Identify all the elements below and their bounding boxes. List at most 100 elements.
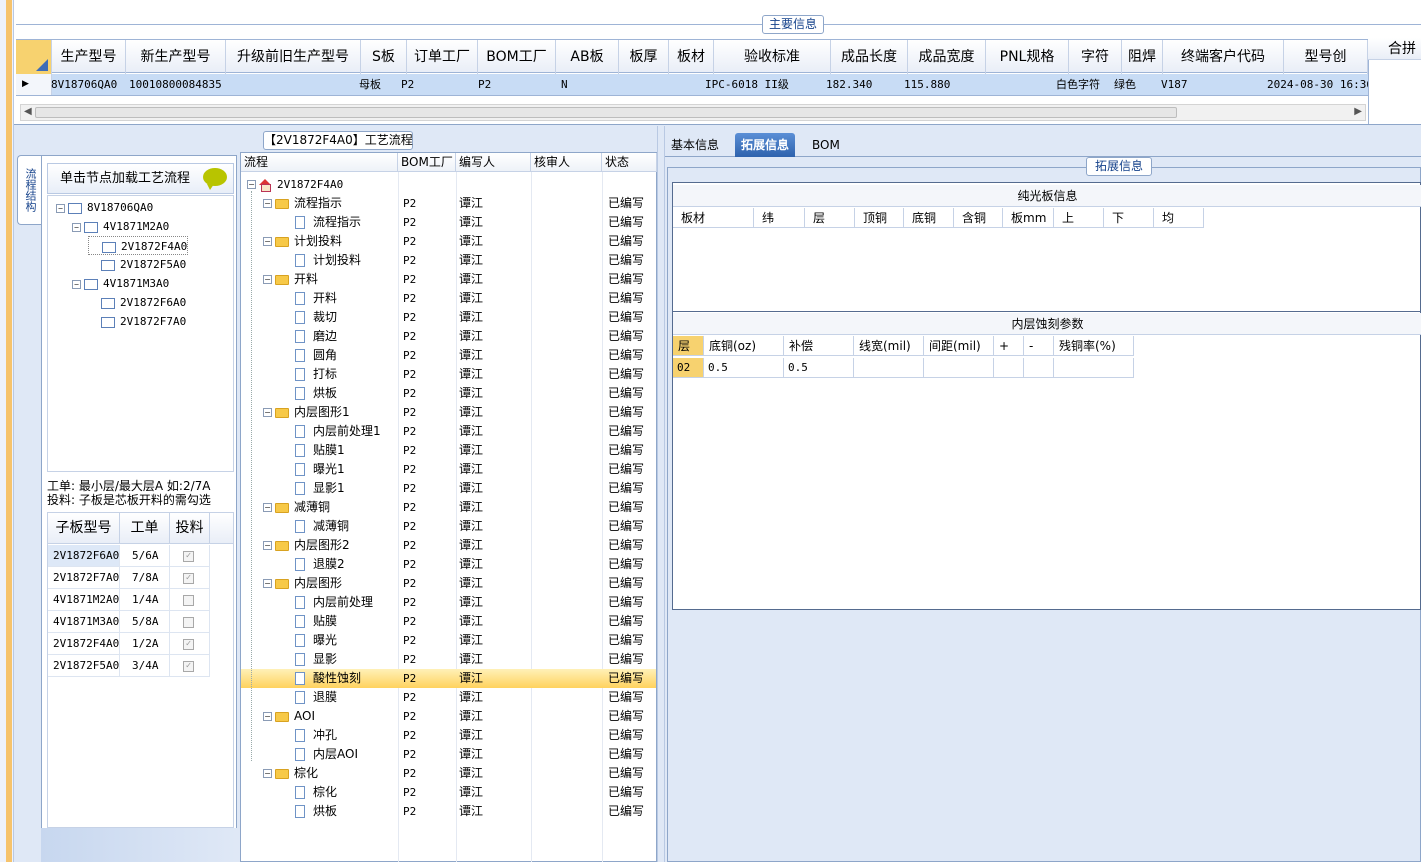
flow-row[interactable]: 贴膜1 P2 谭江 已编写 bbox=[241, 441, 656, 460]
etch-cell[interactable] bbox=[1024, 358, 1054, 378]
etch-header[interactable]: 底铜(oz) bbox=[704, 336, 784, 356]
light-board-header[interactable]: 顶铜 bbox=[855, 208, 904, 228]
flow-row[interactable]: 退膜 P2 谭江 已编写 bbox=[241, 688, 656, 707]
main-grid-horizontal-scrollbar[interactable]: ◀ ▶ bbox=[20, 104, 1366, 121]
sub-board-model[interactable]: 2V1872F4A0 bbox=[48, 633, 120, 655]
flow-row[interactable]: 内层前处理1 P2 谭江 已编写 bbox=[241, 422, 656, 441]
collapse-icon[interactable]: − bbox=[263, 503, 272, 512]
flow-column-header[interactable]: 编写人 bbox=[456, 153, 531, 172]
feed-checkbox[interactable]: ✓ bbox=[183, 660, 194, 672]
etch-cell[interactable]: 02 bbox=[673, 358, 704, 378]
sub-board-order[interactable]: 1/4A bbox=[120, 589, 170, 611]
grid-cell[interactable]: 8V18706QA0 bbox=[51, 74, 117, 95]
flow-row[interactable]: 冲孔 P2 谭江 已编写 bbox=[241, 726, 656, 745]
tab-basic-info[interactable]: 基本信息 bbox=[665, 133, 725, 157]
grid-cell[interactable]: P2 bbox=[478, 74, 491, 95]
grid-cell[interactable]: 白色字符 bbox=[1056, 74, 1100, 95]
light-board-header[interactable]: 板材 bbox=[673, 208, 754, 228]
grid-cell[interactable]: 115.880 bbox=[904, 74, 950, 95]
flow-row[interactable]: − AOI P2 谭江 已编写 bbox=[241, 707, 656, 726]
flow-row[interactable]: − 内层图形2 P2 谭江 已编写 bbox=[241, 536, 656, 555]
collapse-icon[interactable]: − bbox=[263, 408, 272, 417]
etch-cell[interactable] bbox=[924, 358, 994, 378]
sub-board-order[interactable]: 3/4A bbox=[120, 655, 170, 677]
etch-cell[interactable]: 0.5 bbox=[784, 358, 854, 378]
feed-checkbox[interactable]: ✓ bbox=[183, 572, 194, 584]
grid-cell[interactable]: V187 bbox=[1161, 74, 1188, 95]
sub-board-order[interactable]: 5/6A bbox=[120, 545, 170, 567]
flow-row[interactable]: 退膜2 P2 谭江 已编写 bbox=[241, 555, 656, 574]
sub-grid-header[interactable]: 工单 bbox=[120, 513, 170, 544]
light-board-header[interactable]: 含铜 bbox=[954, 208, 1003, 228]
sub-grid-header[interactable]: 子板型号 bbox=[48, 513, 120, 544]
column-header[interactable]: 新生产型号 bbox=[126, 40, 226, 74]
light-board-header[interactable]: 均 bbox=[1154, 208, 1204, 228]
grid-cell[interactable]: P2 bbox=[401, 74, 414, 95]
flow-column-header[interactable]: 流程 bbox=[241, 153, 398, 172]
grid-select-all-corner[interactable] bbox=[16, 40, 52, 74]
flow-row[interactable]: 打标 P2 谭江 已编写 bbox=[241, 365, 656, 384]
flow-row[interactable]: 流程指示 P2 谭江 已编写 bbox=[241, 213, 656, 232]
etch-header[interactable]: 残铜率(%) bbox=[1054, 336, 1134, 356]
flow-row[interactable]: 减薄铜 P2 谭江 已编写 bbox=[241, 517, 656, 536]
light-board-header[interactable]: 层 bbox=[805, 208, 855, 228]
sub-board-model[interactable]: 2V1872F7A0 bbox=[48, 567, 120, 589]
etch-cell[interactable] bbox=[994, 358, 1024, 378]
grid-cell[interactable]: 10010800084835 bbox=[129, 74, 222, 95]
flow-row[interactable]: − 计划投料 P2 谭江 已编写 bbox=[241, 232, 656, 251]
tree-node[interactable]: 2V1872F4A0 bbox=[88, 236, 189, 255]
flow-row[interactable]: − 开料 P2 谭江 已编写 bbox=[241, 270, 656, 289]
flow-row[interactable]: − 减薄铜 P2 谭江 已编写 bbox=[241, 498, 656, 517]
light-board-header[interactable]: 下 bbox=[1104, 208, 1154, 228]
flow-structure-vertical-tab[interactable]: 流程结构 bbox=[17, 155, 41, 225]
flow-row[interactable]: 裁切 P2 谭江 已编写 bbox=[241, 308, 656, 327]
etch-header[interactable]: 线宽(mil) bbox=[854, 336, 924, 356]
flow-row[interactable]: 贴膜 P2 谭江 已编写 bbox=[241, 612, 656, 631]
feed-checkbox[interactable]: ✓ bbox=[183, 638, 194, 650]
scroll-right-arrow-icon[interactable]: ▶ bbox=[1354, 106, 1362, 117]
grid-cell[interactable]: 182.340 bbox=[826, 74, 872, 95]
tree-node[interactable]: 2V1872F5A0 bbox=[88, 255, 186, 274]
collapse-icon[interactable]: − bbox=[247, 180, 256, 189]
flow-row[interactable]: 显影 P2 谭江 已编写 bbox=[241, 650, 656, 669]
column-header[interactable]: 型号创 bbox=[1284, 40, 1368, 74]
sub-grid-header[interactable]: 投料 bbox=[170, 513, 210, 544]
collapse-icon[interactable]: − bbox=[263, 275, 272, 284]
tree-node[interactable]: − 8V18706QA0 bbox=[56, 198, 153, 217]
sub-board-order[interactable]: 5/8A bbox=[120, 611, 170, 633]
flow-row[interactable]: 烘板 P2 谭江 已编写 bbox=[241, 802, 656, 821]
column-header[interactable]: S板 bbox=[361, 40, 407, 74]
flow-row[interactable]: 开料 P2 谭江 已编写 bbox=[241, 289, 656, 308]
tab-extended-info[interactable]: 拓展信息 bbox=[735, 133, 796, 157]
feed-checkbox[interactable]: ✓ bbox=[183, 550, 194, 562]
tree-node[interactable]: − 4V1871M3A0 bbox=[72, 274, 169, 293]
sub-board-model[interactable]: 2V1872F6A0 bbox=[48, 545, 120, 567]
flow-row[interactable]: − 内层图形 P2 谭江 已编写 bbox=[241, 574, 656, 593]
collapse-icon[interactable]: − bbox=[72, 222, 81, 232]
grid-cell[interactable]: 绿色 bbox=[1114, 74, 1136, 95]
flow-column-header[interactable]: 状态 bbox=[602, 153, 657, 172]
etch-header[interactable]: 层 bbox=[673, 336, 704, 356]
flow-row[interactable]: 计划投料 P2 谭江 已编写 bbox=[241, 251, 656, 270]
flow-row[interactable]: − 棕化 P2 谭江 已编写 bbox=[241, 764, 656, 783]
collapse-icon[interactable]: − bbox=[263, 579, 272, 588]
tab-bom[interactable]: BOM bbox=[806, 133, 846, 157]
column-header[interactable]: 成品长度 bbox=[831, 40, 908, 74]
column-header[interactable]: 订单工厂 bbox=[407, 40, 478, 74]
collapse-icon[interactable]: − bbox=[263, 712, 272, 721]
grid-cell[interactable]: IPC-6018 II级 bbox=[705, 74, 789, 95]
etch-cell[interactable] bbox=[1054, 358, 1134, 378]
flow-row[interactable]: 曝光 P2 谭江 已编写 bbox=[241, 631, 656, 650]
column-header[interactable]: BOM工厂 bbox=[478, 40, 556, 74]
flow-row[interactable]: 显影1 P2 谭江 已编写 bbox=[241, 479, 656, 498]
etch-header[interactable]: + bbox=[994, 336, 1024, 356]
feed-checkbox[interactable] bbox=[183, 594, 194, 606]
flow-column-header[interactable]: BOM工厂 bbox=[398, 153, 456, 172]
flow-row[interactable]: 棕化 P2 谭江 已编写 bbox=[241, 783, 656, 802]
flow-row[interactable]: 内层AOI P2 谭江 已编写 bbox=[241, 745, 656, 764]
scroll-left-arrow-icon[interactable]: ◀ bbox=[24, 106, 32, 117]
sub-board-order[interactable]: 7/8A bbox=[120, 567, 170, 589]
grid-cell[interactable]: N bbox=[561, 74, 568, 95]
light-board-header[interactable]: 底铜 bbox=[904, 208, 954, 228]
etch-header[interactable]: 补偿 bbox=[784, 336, 854, 356]
